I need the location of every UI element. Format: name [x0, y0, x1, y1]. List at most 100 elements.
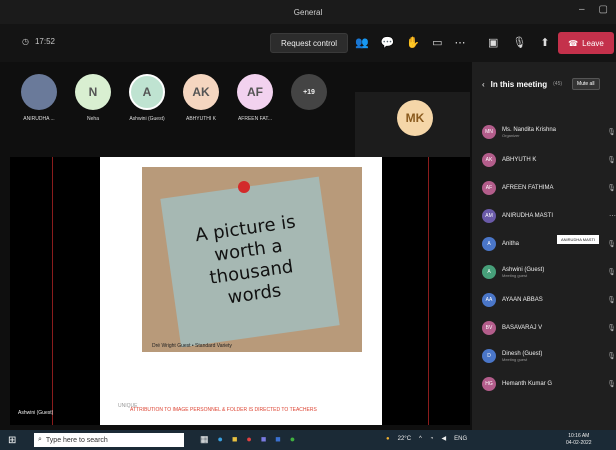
avatar: AK [482, 153, 496, 167]
list-item[interactable]: MN Ms. Nandita Krishna Organizer 🎙 [482, 118, 616, 146]
image-caption: Dré Wright Guest • Standard Variety [152, 343, 232, 349]
network-icon[interactable]: ◔ [430, 436, 434, 442]
teams-window: General – ▢ ◷ 17:52 Request control 👥 💬 … [0, 0, 616, 450]
presenter-name: Ashwini (Guest) [18, 410, 54, 416]
list-item[interactable]: HG Hemanth Kumar G 🎙 [482, 370, 616, 398]
divider [52, 157, 53, 425]
list-item[interactable]: AK ABHYUTH K 🎙 [482, 146, 616, 174]
timer-text: 17:52 [34, 37, 56, 46]
mute-all-button[interactable]: Mute all [572, 78, 600, 90]
more-participants-count: +19 [291, 74, 327, 110]
leave-label: Leave [582, 38, 604, 48]
avatar: MN [482, 125, 496, 139]
participants-panel: ‹ In this meeting (45) Mute all MN Ms. Na… [472, 62, 616, 430]
avatar-tile[interactable]: AF AFREEN FAT... [234, 74, 276, 122]
tray-chevron-icon[interactable]: ^ [419, 436, 422, 442]
request-control-button[interactable]: Request control [270, 33, 349, 53]
chevron-left-icon[interactable]: ‹ [482, 80, 485, 89]
avatar: AA [482, 293, 496, 307]
sticky-note: A picture is worth a thousand words [160, 176, 340, 348]
clock-date: 04-02-2022 [566, 440, 592, 446]
more-icon[interactable]: ⋯ [609, 212, 616, 220]
window-title: General [293, 7, 323, 17]
avatar-name: AFREEN FAT... [237, 116, 273, 122]
panel-header: ‹ In this meeting (45) Mute all [482, 78, 614, 90]
avatar-tile[interactable]: ANIRUDHA ... [18, 74, 60, 122]
participant-name: Ms. Nandita Krishna [502, 126, 557, 133]
mic-icon: 🎙 [607, 353, 616, 360]
avatar: A [129, 74, 165, 110]
weather-icon: ● [386, 435, 390, 442]
mic-icon: 🎙 [607, 129, 616, 136]
list-item[interactable]: A Ashwini (Guest) Meeting guest 🎙 [482, 258, 616, 286]
chrome-icon[interactable]: ● [290, 434, 295, 445]
title-bar: General – ▢ [0, 0, 616, 24]
avatar: A [482, 237, 496, 251]
reactions-icon[interactable]: ✋ [406, 36, 420, 49]
windows-taskbar: ⊞ ⌕ Type here to search ▦ ● ■ ● ■ ■ ● ● … [0, 430, 616, 450]
participant-name: Hemanth Kumar G [502, 381, 553, 387]
mic-off-icon[interactable]: 🎙 [512, 36, 526, 49]
avatar-tile[interactable]: A Ashwini (Guest) [126, 74, 168, 122]
search-placeholder: Type here to search [45, 436, 108, 444]
mic-icon: 🎙 [607, 325, 616, 332]
list-item[interactable]: AA AYAAN ABBAS 🎙 [482, 286, 616, 314]
avatar: BV [482, 321, 496, 335]
maximize-button[interactable]: ▢ [599, 4, 608, 15]
share-icon[interactable]: ⬆ [540, 36, 549, 49]
pushpin-icon [238, 181, 250, 193]
minimize-button[interactable]: – [579, 4, 585, 15]
chrome-icon[interactable]: ● [246, 434, 251, 445]
avatar-name: Ashwini (Guest) [129, 116, 165, 122]
slide-footer: ATTRIBUTION TO IMAGE PERSONNEL & FOLDER … [130, 407, 317, 413]
more-participants-tile[interactable]: +19 [288, 74, 330, 110]
rooms-icon[interactable]: ▭ [432, 36, 442, 49]
avatar: HG [482, 377, 496, 391]
windows-start-icon[interactable]: ⊞ [8, 435, 16, 446]
people-icon[interactable]: 👥 [355, 36, 369, 49]
more-icon[interactable]: ⋯ [455, 36, 466, 49]
participant-name: Ashwini (Guest) [502, 266, 545, 273]
participant-name: ANIRUDHA MASTI [502, 213, 554, 219]
chat-icon[interactable]: 💬 [381, 36, 395, 49]
edge-icon[interactable]: ● [218, 434, 223, 445]
taskbar-search[interactable]: ⌕ Type here to search [34, 433, 184, 447]
language-indicator[interactable]: ENG [454, 436, 467, 442]
file-explorer-icon[interactable]: ■ [232, 434, 237, 445]
participant-role: Meeting guest [502, 356, 528, 362]
participant-count: (45) [553, 81, 563, 87]
word-icon[interactable]: ■ [275, 434, 280, 445]
avatar: AF [482, 181, 496, 195]
list-item[interactable]: D Dinesh (Guest) Meeting guest 🎙 [482, 342, 616, 370]
list-item[interactable]: AM ANIRUDHA MASTI ⋯ [482, 202, 616, 230]
avatar-tile[interactable]: AK ABHYUTHI K [180, 74, 222, 122]
participant-role: Meeting guest [502, 272, 528, 278]
mic-icon: 🎙 [607, 297, 616, 304]
volume-icon[interactable]: ◀ [441, 435, 446, 442]
shared-screen: A picture is worth a thousand words Dré … [10, 157, 470, 425]
device-controls: ▣ 🎙 ⬆ [488, 36, 550, 49]
meeting-toolbar: ◷ 17:52 Request control 👥 💬 ✋ ▭ ⋯ ▣ 🎙 ⬆ … [0, 24, 616, 62]
camera-off-icon[interactable]: ▣ [488, 36, 498, 49]
task-view-icon[interactable]: ▦ [200, 434, 209, 445]
list-item[interactable]: AF AFREEN FATHIMA 🎙 [482, 174, 616, 202]
teams-icon[interactable]: ■ [261, 434, 266, 445]
participant-name: AFREEN FATHIMA [502, 185, 554, 191]
avatar: D [482, 349, 496, 363]
avatar-tile[interactable]: N Neha [72, 74, 114, 122]
list-item[interactable]: BV BASAVARAJ V 🎙 [482, 314, 616, 342]
presentation-slide: A picture is worth a thousand words Dré … [100, 157, 382, 425]
participant-name: Dinesh (Guest) [502, 350, 543, 357]
taskbar-clock[interactable]: 10:16 AM 04-02-2022 [566, 433, 592, 447]
avatar [21, 74, 57, 110]
avatar: A [482, 265, 496, 279]
clock-icon: ◷ [22, 37, 29, 46]
leave-button[interactable]: ☎ Leave [558, 32, 614, 54]
system-tray: ● 22°C ^ ◔ ◀ ENG [386, 435, 467, 443]
avatar-name: ABHYUTHI K [185, 116, 216, 122]
toolbar-icons: 👥 💬 ✋ ▭ ⋯ [355, 36, 466, 49]
phone-icon: ☎ [568, 38, 579, 48]
taskbar-apps: ▦ ● ■ ● ■ ■ ● [200, 434, 295, 445]
avatar: N [75, 74, 111, 110]
participant-tile-mk[interactable]: MK [355, 92, 470, 167]
